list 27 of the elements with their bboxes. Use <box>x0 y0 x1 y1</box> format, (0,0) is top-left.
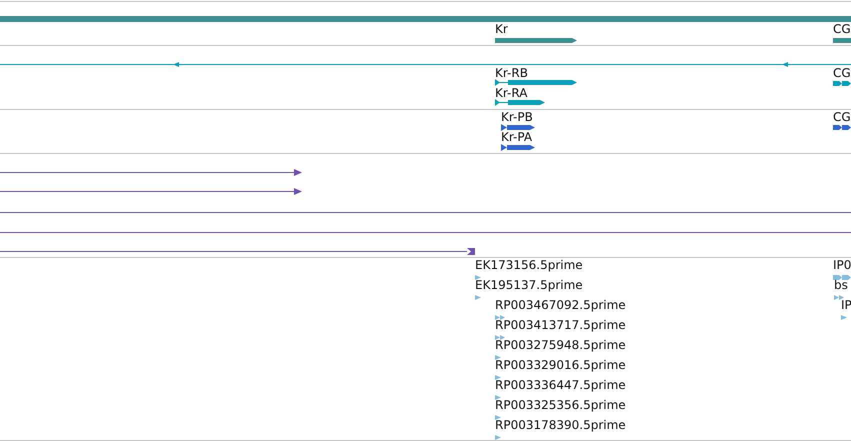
feature-label[interactable]: CG <box>833 110 851 124</box>
feature-label[interactable]: Kr <box>495 22 508 36</box>
feature-arrow-icon[interactable] <box>495 334 505 341</box>
feature-label[interactable]: RP003275948.5prime <box>495 338 626 352</box>
feature-label[interactable]: CG <box>833 22 851 36</box>
feature-label[interactable]: RP003336447.5prime <box>495 378 626 392</box>
feature-label[interactable]: CG <box>833 66 851 80</box>
feature-label[interactable]: RP003467092.5prime <box>495 298 626 312</box>
feature-label[interactable]: RP003178390.5prime <box>495 418 626 432</box>
feature-label[interactable]: IP0 <box>833 258 851 272</box>
feature-label[interactable]: IP <box>841 298 851 312</box>
feature-arrow-icon[interactable] <box>495 394 501 401</box>
feature-label[interactable]: EK195137.5prime <box>475 278 583 292</box>
feature-arrow-icon[interactable] <box>495 354 501 361</box>
feature-label[interactable]: Kr-PA <box>501 130 532 144</box>
feature-label[interactable]: EK173156.5prime <box>475 258 583 272</box>
feature-label[interactable]: Kr-RB <box>495 66 528 80</box>
feature-arrow-icon[interactable] <box>475 274 481 281</box>
feature-label[interactable]: Kr-PB <box>501 110 533 124</box>
feature-label[interactable]: RP003329016.5prime <box>495 358 626 372</box>
feature-arrow-icon[interactable] <box>495 414 501 421</box>
feature-arrow-icon[interactable] <box>495 374 501 381</box>
feature-label[interactable]: RP003413717.5prime <box>495 318 626 332</box>
feature-label[interactable]: RP003325356.5prime <box>495 398 626 412</box>
feature-label[interactable]: Kr-RA <box>495 86 528 100</box>
feature-label[interactable]: bs <box>834 278 848 292</box>
feature-arrow-icon[interactable] <box>495 314 505 321</box>
